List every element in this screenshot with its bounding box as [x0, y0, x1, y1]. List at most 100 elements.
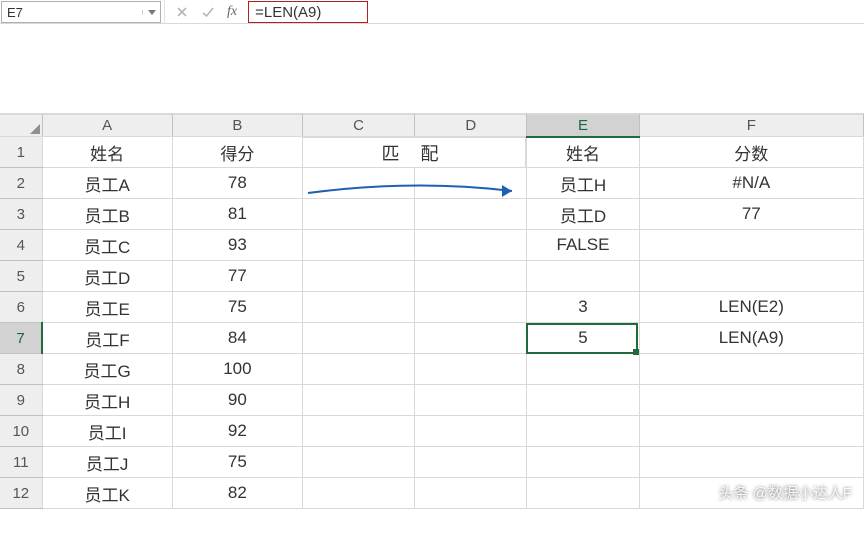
cell-B12[interactable]: 82	[172, 478, 302, 509]
cell-B9[interactable]: 90	[172, 385, 302, 416]
row-header[interactable]: 10	[0, 416, 42, 447]
row-header[interactable]: 6	[0, 292, 42, 323]
grid-row: 9员工H90	[0, 385, 864, 416]
cell-D7[interactable]	[415, 323, 527, 354]
spreadsheet-grid[interactable]: A B C D E F 1姓名得分姓名分数2员工A78员工H#N/A3员工B81…	[0, 114, 864, 509]
cell-B11[interactable]: 75	[172, 447, 302, 478]
name-box[interactable]: E7	[1, 1, 161, 23]
row-header[interactable]: 9	[0, 385, 42, 416]
col-header-C[interactable]: C	[303, 115, 415, 137]
cell-F6[interactable]: LEN(E2)	[639, 292, 863, 323]
cell-A7[interactable]: 员工F	[42, 323, 172, 354]
cell-D3[interactable]	[415, 199, 527, 230]
cell-B8[interactable]: 100	[172, 354, 302, 385]
row-header[interactable]: 8	[0, 354, 42, 385]
cell-A12[interactable]: 员工K	[42, 478, 172, 509]
cell-D8[interactable]	[415, 354, 527, 385]
cell-F1[interactable]: 分数	[639, 137, 863, 168]
cell-B2[interactable]: 78	[172, 168, 302, 199]
select-all-corner[interactable]	[0, 115, 42, 137]
cell-A11[interactable]: 员工J	[42, 447, 172, 478]
grid-row: 8员工G100	[0, 354, 864, 385]
cell-D5[interactable]	[415, 261, 527, 292]
cell-A5[interactable]: 员工D	[42, 261, 172, 292]
col-header-D[interactable]: D	[415, 115, 527, 137]
formula-input[interactable]: =LEN(A9)	[248, 1, 368, 23]
cell-E11[interactable]	[527, 447, 639, 478]
cell-E4[interactable]: FALSE	[527, 230, 639, 261]
cell-A8[interactable]: 员工G	[42, 354, 172, 385]
cell-C6[interactable]	[303, 292, 415, 323]
cell-D6[interactable]	[415, 292, 527, 323]
watermark-text: 头条 @数据小达人F	[718, 482, 852, 503]
cell-F9[interactable]	[639, 385, 863, 416]
cell-C5[interactable]	[303, 261, 415, 292]
cell-B1[interactable]: 得分	[172, 137, 302, 168]
cell-F7[interactable]: LEN(A9)	[639, 323, 863, 354]
grid-row: 7员工F84 5LEN(A9)	[0, 323, 864, 354]
row-header[interactable]: 4	[0, 230, 42, 261]
row-header[interactable]: 11	[0, 447, 42, 478]
row-header[interactable]: 7	[0, 323, 42, 354]
cell-E1[interactable]: 姓名	[527, 137, 639, 168]
col-header-A[interactable]: A	[42, 115, 172, 137]
cell-E10[interactable]	[527, 416, 639, 447]
cell-A2[interactable]: 员工A	[42, 168, 172, 199]
row-header[interactable]: 12	[0, 478, 42, 509]
cell-A10[interactable]: 员工I	[42, 416, 172, 447]
cell-F3[interactable]: 77	[639, 199, 863, 230]
cell-E3[interactable]: 员工D	[527, 199, 639, 230]
cell-E2[interactable]: 员工H	[527, 168, 639, 199]
row-header[interactable]: 3	[0, 199, 42, 230]
cell-E8[interactable]	[527, 354, 639, 385]
cell-C7[interactable]	[303, 323, 415, 354]
cell-A4[interactable]: 员工C	[42, 230, 172, 261]
enter-icon[interactable]	[198, 5, 218, 19]
cell-C12[interactable]	[303, 478, 415, 509]
col-header-E[interactable]: E	[527, 115, 639, 137]
col-header-F[interactable]: F	[639, 115, 863, 137]
row-header[interactable]: 1	[0, 137, 42, 168]
row-header[interactable]: 5	[0, 261, 42, 292]
cell-E7[interactable]: 5	[527, 323, 639, 354]
cell-B6[interactable]: 75	[172, 292, 302, 323]
cell-A6[interactable]: 员工E	[42, 292, 172, 323]
cell-C9[interactable]	[303, 385, 415, 416]
cell-F4[interactable]	[639, 230, 863, 261]
cell-E12[interactable]	[527, 478, 639, 509]
cell-D2[interactable]	[415, 168, 527, 199]
cell-B10[interactable]: 92	[172, 416, 302, 447]
fx-icon[interactable]: fx	[224, 4, 240, 20]
cell-C4[interactable]	[303, 230, 415, 261]
row-header[interactable]: 2	[0, 168, 42, 199]
col-header-B[interactable]: B	[172, 115, 302, 137]
name-box-dropdown[interactable]	[142, 10, 160, 15]
cell-F10[interactable]	[639, 416, 863, 447]
cell-D4[interactable]	[415, 230, 527, 261]
cell-D9[interactable]	[415, 385, 527, 416]
cell-C10[interactable]	[303, 416, 415, 447]
cancel-icon[interactable]	[172, 5, 192, 19]
cell-E6[interactable]: 3	[527, 292, 639, 323]
cell-C3[interactable]	[303, 199, 415, 230]
cell-B4[interactable]: 93	[172, 230, 302, 261]
cell-D12[interactable]	[415, 478, 527, 509]
cell-B3[interactable]: 81	[172, 199, 302, 230]
cell-D11[interactable]	[415, 447, 527, 478]
cell-C11[interactable]	[303, 447, 415, 478]
cell-A3[interactable]: 员工B	[42, 199, 172, 230]
cell-F8[interactable]	[639, 354, 863, 385]
merged-label-cell[interactable]: 匹 配	[302, 137, 526, 168]
cell-A1[interactable]: 姓名	[42, 137, 172, 168]
cell-B5[interactable]: 77	[172, 261, 302, 292]
cell-F2[interactable]: #N/A	[639, 168, 863, 199]
cell-F11[interactable]	[639, 447, 863, 478]
cell-B7[interactable]: 84	[172, 323, 302, 354]
cell-A9[interactable]: 员工H	[42, 385, 172, 416]
cell-E5[interactable]	[527, 261, 639, 292]
cell-C8[interactable]	[303, 354, 415, 385]
cell-F5[interactable]	[639, 261, 863, 292]
cell-C2[interactable]	[303, 168, 415, 199]
cell-E9[interactable]	[527, 385, 639, 416]
cell-D10[interactable]	[415, 416, 527, 447]
